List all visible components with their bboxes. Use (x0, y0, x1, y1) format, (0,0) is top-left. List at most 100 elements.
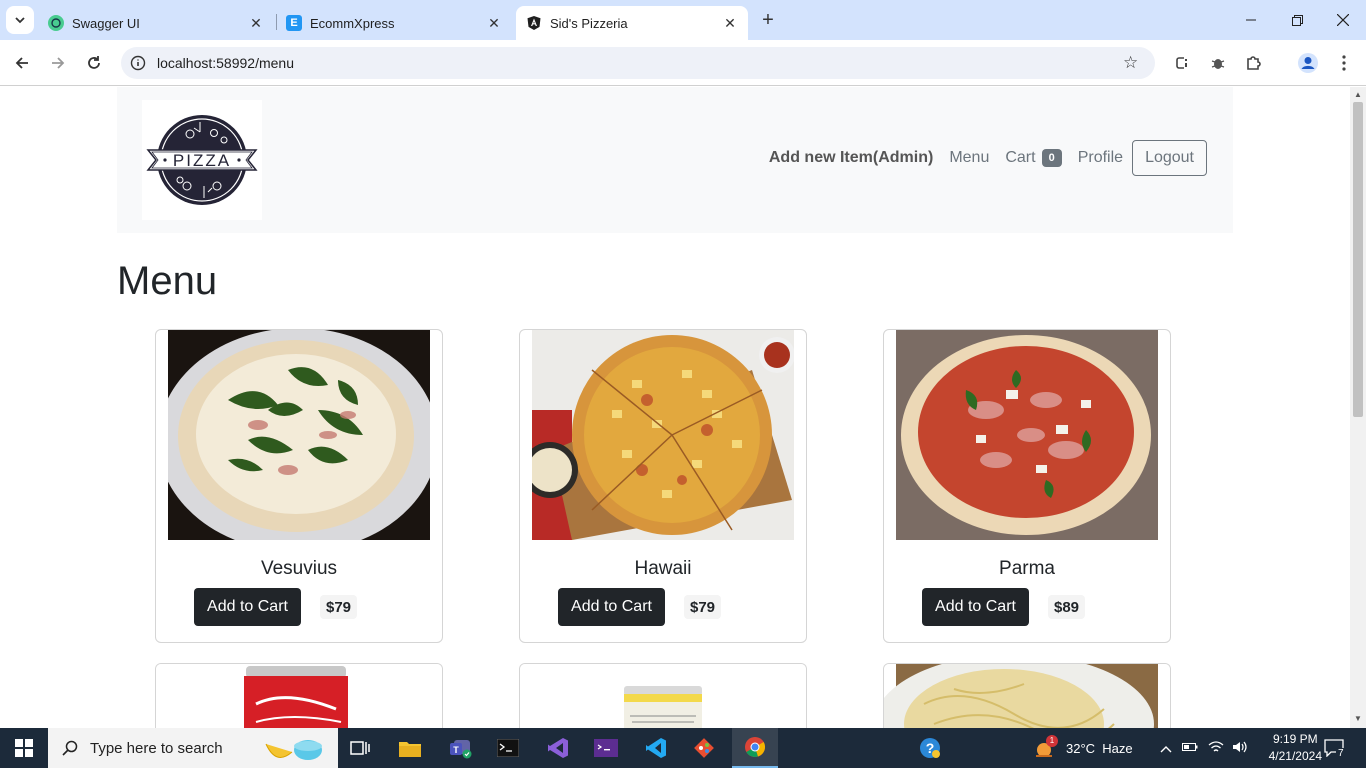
menu-item-name: Parma (999, 558, 1055, 579)
cart-count-badge: 0 (1041, 149, 1062, 167)
nav-menu-link[interactable]: Menu (949, 149, 989, 167)
terminal-icon[interactable] (488, 732, 528, 764)
back-button[interactable] (10, 51, 34, 75)
visual-studio-icon[interactable] (538, 732, 578, 764)
forward-button[interactable] (46, 51, 70, 75)
restore-button[interactable] (1274, 0, 1320, 40)
weather-widget[interactable]: 1 32°C Haze (1032, 728, 1133, 768)
help-icon[interactable]: ? (910, 732, 950, 764)
search-placeholder: Type here to search (90, 739, 223, 757)
close-icon (1337, 14, 1349, 26)
close-window-button[interactable] (1320, 0, 1366, 40)
extensions-puzzle-icon[interactable] (1244, 53, 1264, 73)
vscode-icon[interactable] (636, 732, 676, 764)
git-tool-icon[interactable] (684, 732, 724, 764)
system-tray (1158, 728, 1248, 768)
chevron-up-icon[interactable] (1158, 741, 1174, 756)
url-text[interactable]: localhost:58992/menu (157, 55, 294, 71)
nav-cart-link[interactable]: Cart 0 (1005, 149, 1062, 167)
scrollbar-thumb[interactable] (1353, 102, 1363, 417)
file-explorer-icon[interactable] (390, 732, 430, 764)
notification-center[interactable]: 7 (1324, 728, 1346, 768)
restore-icon (1291, 14, 1303, 26)
close-tab-icon[interactable]: ✕ (722, 15, 738, 31)
tab-title: Sid's Pizzeria (550, 15, 628, 31)
site-navbar: PIZZA Add new Item(Admin) Menu Cart 0 Pr… (117, 87, 1233, 233)
new-tab-button[interactable]: + (756, 8, 780, 32)
windows-logo-icon (15, 739, 33, 757)
page-title: Menu (117, 259, 218, 303)
windows-taskbar: Type here to search T ? 1 32°C Haze 9:19… (0, 728, 1366, 768)
page-scrollbar[interactable]: ▲ ▼ (1350, 87, 1366, 728)
minimize-button[interactable] (1228, 0, 1274, 40)
ecommxpress-icon: E (286, 15, 302, 31)
extension-c-icon[interactable] (1172, 53, 1192, 73)
tab-swagger[interactable]: Swagger UI ✕ (38, 6, 274, 40)
more-menu-icon[interactable] (1334, 53, 1354, 73)
clock-date: 4/21/2024 (1268, 749, 1322, 763)
beverage-can-image (520, 664, 806, 728)
close-tab-icon[interactable]: ✕ (486, 15, 502, 31)
pizza-logo[interactable]: PIZZA (142, 100, 262, 220)
reload-icon (88, 56, 100, 69)
reload-button[interactable] (82, 51, 106, 75)
menu-item-name: Hawaii (634, 558, 692, 579)
battery-icon[interactable] (1182, 741, 1198, 756)
logo-text: PIZZA (173, 151, 231, 170)
menu-item-card: Hawaii Add to Cart $79 (519, 329, 807, 643)
menu-item-price: $79 (320, 595, 358, 619)
logout-button[interactable]: Logout (1132, 140, 1207, 176)
scroll-down-icon[interactable]: ▼ (1354, 715, 1362, 723)
add-to-cart-button[interactable]: Add to Cart (558, 588, 665, 626)
nav-cart-label: Cart (1005, 149, 1036, 166)
dev-terminal-icon[interactable] (586, 732, 626, 764)
menu-item-card (519, 663, 807, 728)
arrow-left-icon (15, 57, 28, 69)
weather-text: 32°C Haze (1066, 740, 1133, 756)
profile-avatar-icon[interactable] (1297, 52, 1319, 74)
menu-item-name: Vesuvius (260, 558, 338, 579)
chrome-icon[interactable] (732, 728, 778, 768)
minimize-icon (1246, 19, 1256, 21)
task-view-icon[interactable] (340, 732, 380, 764)
nav-profile-link[interactable]: Profile (1078, 149, 1123, 167)
site-info-icon[interactable] (129, 54, 147, 72)
cola-can-image (156, 664, 442, 728)
volume-icon[interactable] (1232, 740, 1248, 757)
menu-item-price: $79 (684, 595, 722, 619)
scroll-up-icon[interactable]: ▲ (1354, 91, 1362, 99)
nav-add-item-link[interactable]: Add new Item(Admin) (769, 149, 933, 167)
svg-text:T: T (453, 745, 459, 755)
menu-item-card (155, 663, 443, 728)
close-tab-icon[interactable]: ✕ (248, 15, 264, 31)
wifi-icon[interactable] (1208, 740, 1224, 757)
taskbar-clock[interactable]: 9:19 PM 4/21/2024 (1269, 731, 1322, 765)
search-highlight-icon (265, 740, 322, 760)
nav-links: Add new Item(Admin) Menu Cart 0 Profile … (769, 140, 1207, 176)
tab-sids-pizzeria[interactable]: Sid's Pizzeria ✕ (516, 6, 748, 40)
add-to-cart-button[interactable]: Add to Cart (922, 588, 1029, 626)
menu-item-card: Vesuvius Add to Cart $79 (155, 329, 443, 643)
menu-item-card: Parma Add to Cart $89 (883, 329, 1171, 643)
tab-ecommxpress[interactable]: E EcommXpress ✕ (276, 6, 512, 40)
add-to-cart-button[interactable]: Add to Cart (194, 588, 301, 626)
taskbar-search-box[interactable]: Type here to search (48, 728, 338, 768)
tab-search-button[interactable] (6, 6, 34, 34)
vesuvius-pizza-image (168, 330, 430, 540)
weather-badge: 1 (1046, 735, 1058, 747)
notification-count: 7 (1336, 748, 1346, 759)
menu-item-card (883, 663, 1171, 728)
swagger-icon (48, 15, 64, 31)
clock-time: 9:19 PM (1272, 732, 1318, 746)
bug-extension-icon[interactable] (1208, 53, 1228, 73)
page-viewport: PIZZA Add new Item(Admin) Menu Cart 0 Pr… (0, 87, 1350, 728)
browser-toolbar: localhost:58992/menu ☆ (0, 40, 1366, 86)
teams-icon[interactable]: T (440, 732, 480, 764)
start-button[interactable] (0, 728, 48, 768)
menu-item-price: $89 (1048, 595, 1086, 619)
address-bar[interactable]: localhost:58992/menu ☆ (121, 47, 1155, 79)
bookmark-star-icon[interactable]: ☆ (1123, 54, 1141, 72)
arrow-right-icon (52, 57, 65, 69)
pasta-dish-image (884, 664, 1170, 728)
browser-tab-strip: Swagger UI ✕ E EcommXpress ✕ Sid's Pizze… (0, 0, 1366, 40)
